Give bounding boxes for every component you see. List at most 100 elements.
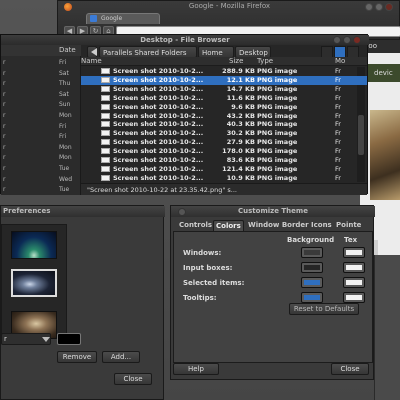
tab-colors[interactable]: Colors [213,220,244,231]
wallpaper-thumbnail-selected[interactable] [11,269,57,297]
name-column-header[interactable]: Name [81,57,102,66]
file-row[interactable]: Screen shot 2010-10-2... 27.9 KB PNG image… [81,138,367,147]
file-row[interactable]: Screen shot 2010-10-2... 121.4 KB PNG imag… [81,165,367,174]
close-button[interactable]: Close [331,363,369,375]
list-item-name: r [3,112,6,119]
file-name: Screen shot 2010-10-2... [113,67,204,75]
list-item[interactable]: r Mon [1,152,81,163]
list-item-date: Sat [59,69,69,77]
type-column-header[interactable]: Type [257,57,273,66]
text-color-swatch[interactable] [343,262,365,273]
list-item-name: r [3,122,6,130]
minimize-window-button[interactable] [333,36,341,44]
file-type: PNG image [257,156,298,164]
file-type: PNG image [257,102,298,111]
list-item-date: Tue [59,186,70,194]
browser-tab[interactable]: Google [86,13,160,24]
background-color-swatch[interactable] [301,247,323,258]
list-item[interactable]: r Sun [1,99,81,110]
add-label: Add... [110,353,132,361]
tab-pointer[interactable]: Pointe [334,220,363,231]
list-item[interactable]: r Tue [1,184,81,195]
file-name: Screen shot 2010-10-2... [113,156,204,164]
close-button[interactable]: Close [114,373,152,385]
background-color-swatch[interactable] [301,262,323,273]
file-list-header: Name Size Type Mo [81,57,367,66]
file-row[interactable]: Screen shot 2010-10-2... 14.7 KB PNG image… [81,85,367,94]
list-item-name: r [3,101,6,109]
tab-controls[interactable]: Controls [177,220,214,231]
wallpaper-thumbnail[interactable] [11,231,57,259]
file-type: PNG image [257,67,298,75]
remove-button[interactable]: Remove [57,351,97,363]
minimize-window-button[interactable] [365,3,373,11]
text-color-swatch[interactable] [343,247,365,258]
file-row[interactable]: Screen shot 2010-10-2... 10.9 KB PNG image… [81,174,367,183]
size-column-header[interactable]: Size [229,57,243,66]
list-item[interactable]: r Fri [1,57,81,68]
list-item-date: Fri [59,122,67,130]
list-item[interactable]: r Fri [1,131,81,142]
tab-icons[interactable]: Icons [309,220,334,231]
file-type: PNG image [257,111,298,120]
list-item-date: Fri [59,133,67,141]
file-row[interactable]: Screen shot 2010-10-2... 288.9 KB PNG imag… [81,67,367,76]
help-button[interactable]: Help [173,363,219,375]
list-item-name: r [3,154,6,162]
file-name: Screen shot 2010-10-2... [113,138,204,147]
list-item[interactable]: r Sat [1,89,81,100]
tab-window-border[interactable]: Window Border [246,220,311,231]
file-modified: Fr [335,75,341,84]
add-button[interactable]: Add... [102,351,140,363]
file-row[interactable]: Screen shot 2010-10-2... 12.1 KB PNG image… [81,75,367,85]
file-browser-window: Desktop - File Browser Date Parallels Sh… [0,34,369,195]
file-name: Screen shot 2010-10-2... [113,84,204,93]
modified-column-header[interactable]: Mo [335,57,345,66]
color-row-label: Windows: [183,249,222,257]
background-color-swatch[interactable] [301,277,323,288]
maximize-window-button[interactable] [375,3,383,11]
maximize-window-button[interactable] [343,36,351,44]
list-item[interactable]: r Thu [1,78,81,89]
list-item-date: Sat [59,90,69,98]
text-column-header: Tex [344,236,358,244]
file-row[interactable]: Screen shot 2010-10-2... 11.6 KB PNG image… [81,94,367,103]
file-type: PNG image [257,164,298,173]
file-row[interactable]: Screen shot 2010-10-2... 178.0 KB PNG imag… [81,147,367,156]
file-type: PNG image [257,75,298,84]
close-label: Close [340,365,360,373]
file-size: 43.2 KB [226,111,255,120]
file-size: 30.2 KB [226,129,255,138]
firefox-title: Google - Mozilla Firefox [188,2,271,10]
list-item[interactable]: r Sat [1,68,81,79]
close-window-button[interactable] [353,36,361,44]
text-color-swatch[interactable] [343,277,365,288]
background-color-swatch[interactable] [301,292,323,303]
reset-to-defaults-button[interactable]: Reset to Defaults [289,303,359,315]
file-row[interactable]: Screen shot 2010-10-2... 40.3 KB PNG image… [81,120,367,129]
status-bar: "Screen shot 2010-10-22 at 23.35.42.png"… [81,183,367,195]
close-window-button[interactable] [385,3,393,11]
image-file-icon [101,112,110,119]
swatch-color [346,250,362,255]
list-item[interactable]: r Mon [1,142,81,153]
file-modified: Fr [335,129,341,138]
list-item[interactable]: r Wed [1,174,81,185]
list-item[interactable]: r Mon [1,110,81,121]
color-swatch-button[interactable] [57,333,81,345]
file-row[interactable]: Screen shot 2010-10-2... 83.6 KB PNG image… [81,156,367,165]
file-row[interactable]: Screen shot 2010-10-2... 30.2 KB PNG image… [81,129,367,138]
file-name: Screen shot 2010-10-2... [113,75,204,84]
file-size: 288.9 KB [222,67,255,75]
preferences-window: Preferences r Remove Add... Close [0,205,165,400]
file-row[interactable]: Screen shot 2010-10-2... 9.6 KB PNG image F… [81,103,367,112]
text-color-swatch[interactable] [343,292,365,303]
list-item-date: Fri [59,59,67,66]
list-item[interactable]: r Fri [1,121,81,132]
list-item[interactable]: r Tue [1,163,81,174]
file-row[interactable]: Screen shot 2010-10-2... 43.2 KB PNG image… [81,112,367,121]
list-item-date: Sun [59,101,71,109]
file-name: Screen shot 2010-10-2... [113,164,204,173]
date-column-header[interactable]: Date [59,45,76,56]
preferences-title: Preferences [3,207,51,215]
